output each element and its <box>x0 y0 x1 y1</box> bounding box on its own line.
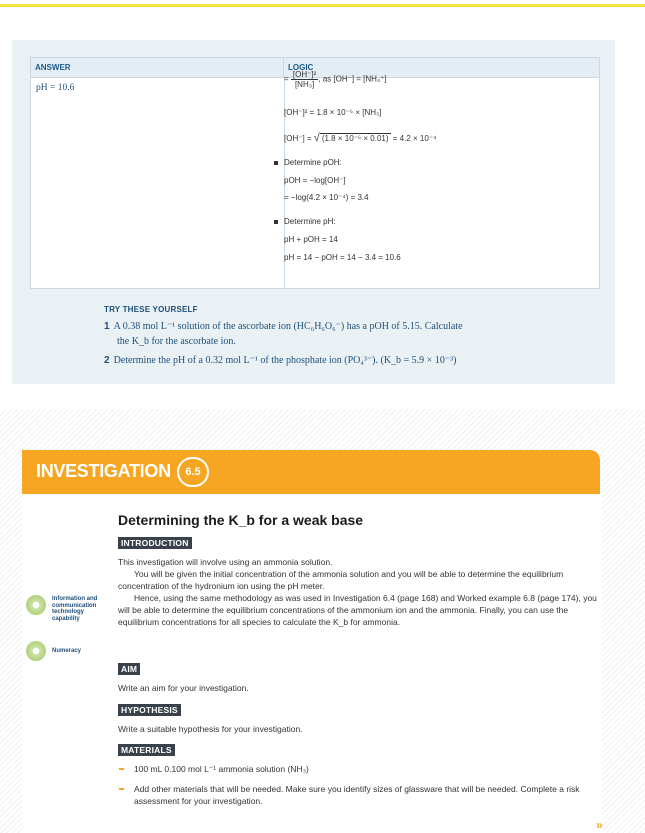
investigation-number-badge: 6.5 <box>177 457 209 487</box>
introduction-label: INTRODUCTION <box>118 537 192 549</box>
question-1-line-1: A 0.38 mol L⁻¹ solution of the ascorbate… <box>113 321 463 332</box>
bullet-determine-poh: Determine pOH: <box>274 158 342 167</box>
investigation-title: INVESTIGATION <box>36 461 171 481</box>
materials-item: 100 mL 0.100 mol L⁻¹ ammonia solution (N… <box>119 763 594 775</box>
intro-paragraph-1: This investigation will involve using an… <box>118 557 333 567</box>
numeracy-capability-icon <box>26 641 46 661</box>
hypothesis-text: Write a suitable hypothesis for your inv… <box>118 724 303 734</box>
ict-capability-label: Information and communication technology… <box>52 596 98 622</box>
logic-fraction-line: = [OH⁻]² [NH₃] , as [OH⁻] = [NH₄⁺] <box>284 70 387 89</box>
question-2-line-1: Determine the pH of a 0.32 mol L⁻¹ of th… <box>113 355 457 366</box>
bullet-determine-ph: Determine pH: <box>274 217 336 226</box>
logic-line-7: pH = 14 − pOH = 14 − 3.4 = 10.6 <box>284 253 401 262</box>
answer-value: pH = 10.6 <box>36 83 75 93</box>
numeracy-capability-label: Numeracy <box>52 648 82 654</box>
fraction-denominator: [NH₃] <box>294 80 315 89</box>
aim-text: Write an aim for your investigation. <box>118 683 249 693</box>
question-2-number: 2 <box>104 355 110 366</box>
question-1: 1A 0.38 mol L⁻¹ solution of the ascorbat… <box>104 321 463 332</box>
investigation-heading: Determining the K_b for a weak base <box>118 512 364 528</box>
fraction-tail: , as [OH⁻] = [NH₄⁺] <box>318 74 387 84</box>
intro-paragraph-2: You will be given the initial concentrat… <box>118 569 564 591</box>
try-these-title: TRY THESE YOURSELF <box>104 305 198 314</box>
logic-line-5: = −log(4.2 × 10⁻⁴) = 3.4 <box>284 193 369 202</box>
investigation-card <box>22 450 602 833</box>
sqrt-argument: (1.8 × 10⁻⁵ × 0.01) <box>319 133 391 143</box>
answer-header: ANSWER <box>31 58 284 78</box>
introduction-text: This investigation will involve using an… <box>118 556 598 628</box>
logic-line-3: [OH⁻] = √ (1.8 × 10⁻⁵ × 0.01) = 4.2 × 10⁻… <box>284 132 436 144</box>
fraction: [OH⁻]² [NH₃] <box>290 70 319 89</box>
intro-paragraph-3: Hence, using the same methodology as was… <box>118 593 597 627</box>
line3-lhs: [OH⁻] = <box>284 134 312 143</box>
aim-label: AIM <box>118 663 141 675</box>
logic-line-2: [OH⁻]² = 1.8 × 10⁻⁵ × [NH₃] <box>284 108 382 117</box>
fraction-numerator: [OH⁻]² <box>290 70 319 80</box>
materials-label: MATERIALS <box>118 744 175 756</box>
logic-line-6: pH + pOH = 14 <box>284 235 338 244</box>
hypothesis-label: HYPOTHESIS <box>118 704 181 716</box>
question-1-line-2: the K_b for the ascorbate ion. <box>117 336 236 347</box>
logic-line-4: pOH = −log[OH⁻] <box>284 176 346 185</box>
question-2: 2 Determine the pH of a 0.32 mol L⁻¹ of t… <box>104 355 456 366</box>
continue-chevron-icon: » <box>596 818 603 832</box>
ict-capability-icon <box>26 595 46 615</box>
worked-example-panel: ANSWER LOGIC pH = 10.6 = [OH⁻]² [NH₃] , … <box>12 40 615 384</box>
investigation-banner: INVESTIGATION 6.5 <box>22 450 600 494</box>
materials-item: Add other materials that will be needed.… <box>119 783 594 807</box>
top-rule <box>0 4 645 7</box>
question-1-number: 1 <box>104 321 110 332</box>
line3-rhs: = 4.2 × 10⁻⁴ <box>392 134 437 143</box>
